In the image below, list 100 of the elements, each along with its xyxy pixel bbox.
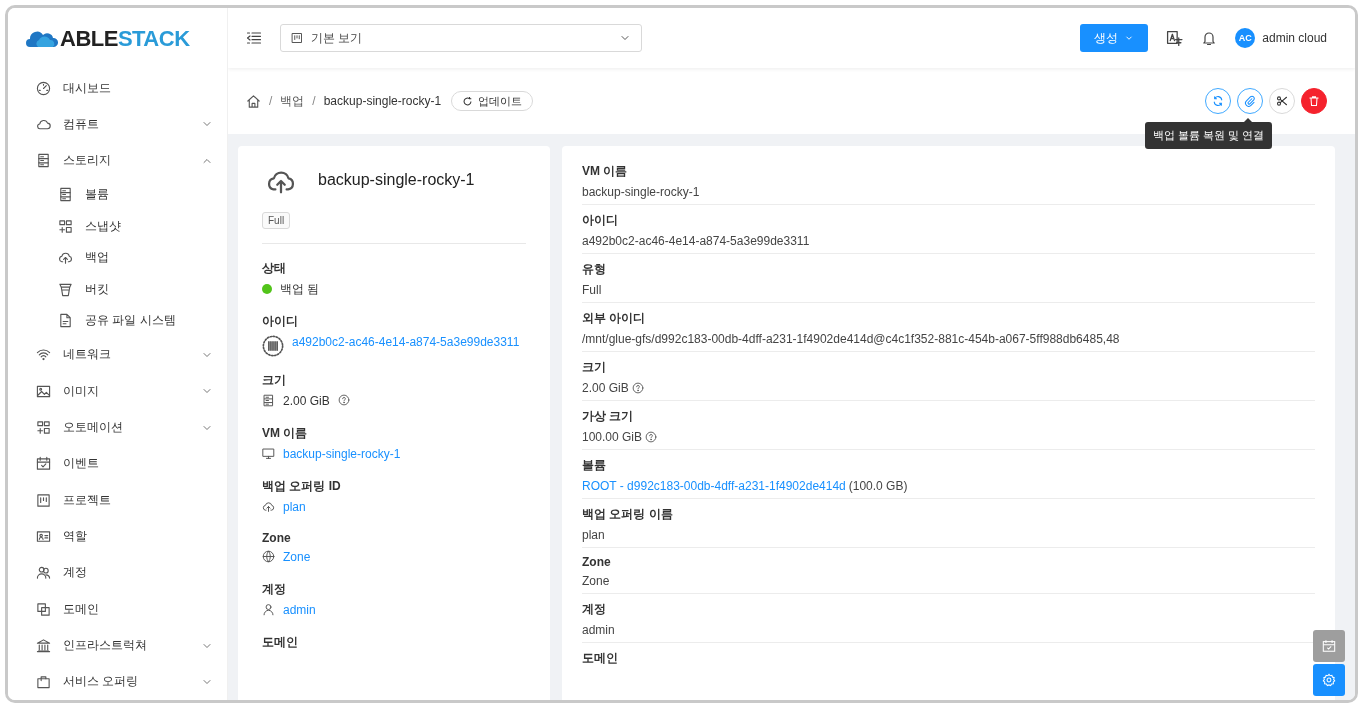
detail-value: Full xyxy=(582,283,602,297)
board-icon xyxy=(36,492,51,508)
reload-button[interactable] xyxy=(1205,88,1231,114)
reload-icon xyxy=(1212,95,1224,107)
sidebar-subitem[interactable]: 공유 파일 시스템 xyxy=(8,305,227,337)
blocks-icon xyxy=(58,218,73,234)
sidebar-item[interactable]: 컴퓨트 xyxy=(8,106,227,143)
cloud-upload-icon xyxy=(58,250,73,266)
settings-button[interactable] xyxy=(1313,664,1345,696)
cloud-upload-icon xyxy=(262,500,275,513)
refresh-button[interactable]: 업데이트 xyxy=(451,91,534,111)
detail-value: plan xyxy=(582,528,605,542)
detail-value: 100.00 GiB xyxy=(582,430,643,444)
bag-icon xyxy=(36,674,51,690)
field-label: Zone xyxy=(262,531,292,545)
help-icon xyxy=(645,431,658,443)
user-name[interactable]: admin cloud xyxy=(1262,31,1327,45)
detail-label: 계정 xyxy=(582,601,607,618)
sidebar-item[interactable]: 오토메이션 xyxy=(8,409,227,446)
wifi-icon xyxy=(36,347,51,363)
detail-label: 외부 아이디 xyxy=(582,310,647,327)
sidebar-item[interactable]: 이벤트 xyxy=(8,445,227,483)
sidebar-item[interactable]: 프로젝트 xyxy=(8,482,227,519)
sidebar-item[interactable]: 이미지 xyxy=(8,373,227,410)
sidebar-item[interactable]: 인프라스트럭쳐 xyxy=(8,627,227,664)
field-label: 계정 xyxy=(262,581,287,598)
barcode-icon xyxy=(262,335,284,357)
field-label: 백업 오퍼링 ID xyxy=(262,478,342,495)
detail-label: 볼륨 xyxy=(582,457,607,474)
reload-icon xyxy=(462,95,474,107)
sidebar-subitem[interactable]: 백업 xyxy=(8,242,227,274)
server-icon xyxy=(262,394,275,407)
attach-button[interactable] xyxy=(1237,88,1263,114)
field-label: 크기 xyxy=(262,372,287,389)
type-tag: Full xyxy=(262,212,291,229)
detail-value: Zone xyxy=(582,574,610,588)
detail-label: VM 이름 xyxy=(582,163,629,180)
bell-icon[interactable] xyxy=(1201,30,1218,46)
translate-icon[interactable] xyxy=(1166,29,1184,47)
file-icon xyxy=(58,313,73,329)
globe-icon xyxy=(262,550,275,563)
sidebar-item[interactable]: 서비스 오퍼링 xyxy=(8,663,227,700)
bank-icon xyxy=(36,638,51,653)
detail-value: /mnt/glue-gfs/d992c183-00db-4dff-a231-1f4902de414d@c4c1f352-881c-454b-a067-5ff988db6485,48 xyxy=(582,332,1120,346)
blocks-icon xyxy=(36,420,51,436)
detail-value: admin xyxy=(582,623,615,637)
help-icon xyxy=(631,382,644,394)
menu-fold-icon[interactable] xyxy=(246,30,262,46)
settings-icon xyxy=(1322,673,1336,687)
calendar-icon xyxy=(36,456,51,472)
users-icon xyxy=(36,565,51,581)
logo-text: ABLESTACK xyxy=(60,28,190,50)
delete-button[interactable] xyxy=(1301,88,1327,114)
sidebar-item[interactable]: 대시보드 xyxy=(8,70,227,107)
size-value: 2.00 GiB xyxy=(283,393,330,410)
user-icon xyxy=(262,603,275,616)
scissors-icon xyxy=(1276,95,1288,107)
view-select[interactable]: 기본 보기 xyxy=(280,24,642,52)
sidebar-item[interactable]: 계정 xyxy=(8,554,227,591)
breadcrumb-current: backup-single-rocky-1 xyxy=(323,94,442,108)
breadcrumb-separator: / xyxy=(268,94,274,108)
id-card-icon xyxy=(36,529,51,544)
sidebar-subitem[interactable]: 스냅샷 xyxy=(8,210,227,243)
detail-value: (100.0 GB) xyxy=(848,479,908,493)
help-icon xyxy=(337,394,350,406)
sidebar-subitem[interactable]: 볼륨 xyxy=(8,179,227,211)
gauge-icon xyxy=(36,80,51,96)
field-label: 상태 xyxy=(262,260,287,277)
detail-value: 2.00 GiB xyxy=(582,381,629,395)
backup-title: backup-single-rocky-1 xyxy=(318,171,475,189)
server-icon xyxy=(36,153,51,169)
monitor-icon xyxy=(262,447,275,460)
calendar-icon xyxy=(1322,639,1336,653)
detail-label: 크기 xyxy=(582,359,607,376)
bucket-icon xyxy=(58,281,73,297)
detail-value: a492b0c2-ac46-4e14-a874-5a3e99de3311 xyxy=(582,234,810,248)
overlapping-squares-icon xyxy=(36,601,51,617)
sidebar-item[interactable]: 네트워크 xyxy=(8,336,227,374)
sidebar-item[interactable]: 역할 xyxy=(8,518,227,555)
sidebar-subitem[interactable]: 버킷 xyxy=(8,273,227,306)
breadcrumb-link[interactable]: 백업 xyxy=(280,92,305,110)
field-label: 아이디 xyxy=(262,313,299,330)
detail-label: 가상 크기 xyxy=(582,408,635,425)
detail-label: 백업 오퍼링 이름 xyxy=(582,506,674,523)
image-icon xyxy=(36,383,51,399)
cut-button[interactable] xyxy=(1269,88,1295,114)
cloud-icon xyxy=(36,117,51,132)
paperclip-icon xyxy=(1244,95,1256,107)
sidebar-item[interactable]: 스토리지 xyxy=(8,142,227,179)
home-icon[interactable] xyxy=(246,93,261,109)
detail-label: 도메인 xyxy=(582,650,619,667)
server-icon xyxy=(58,187,73,203)
detail-label: 아이디 xyxy=(582,212,619,229)
status-text: 백업 됨 xyxy=(280,281,320,298)
detail-value: backup-single-rocky-1 xyxy=(582,185,700,199)
sidebar-item[interactable]: 도메인 xyxy=(8,591,227,628)
detail-label: Zone xyxy=(582,555,612,569)
layout-icon xyxy=(291,32,303,44)
logo-cloud-icon xyxy=(26,30,58,48)
field-label: 도메인 xyxy=(262,634,299,651)
